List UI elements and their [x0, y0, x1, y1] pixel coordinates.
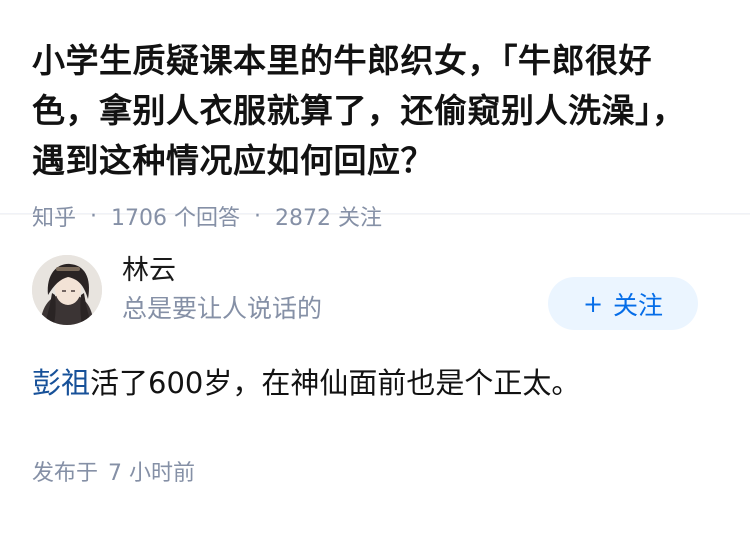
author-info: 林云 总是要让人说话的 [122, 253, 322, 327]
content-text: 活了600岁，在神仙面前也是个正太。 [90, 366, 581, 400]
avatar[interactable] [32, 255, 102, 325]
follower-count[interactable]: 2872 关注 [275, 200, 382, 232]
follow-label: 关注 [613, 290, 664, 320]
answer-card: 林云 总是要让人说话的 + 关注 彭祖活了600岁，在神仙面前也是个正太。 发布… [0, 230, 750, 487]
question-header: 小学生质疑课本里的牛郎织女，「牛郎很好色，拿别人衣服就算了，还偷窥别人洗澡」，遇… [0, 0, 750, 231]
plus-icon: + [582, 289, 604, 318]
author-name[interactable]: 林云 [122, 253, 322, 289]
meta-separator: · [90, 203, 98, 229]
source-label[interactable]: 知乎 [32, 200, 76, 232]
publish-time: 发布于 7 小时前 [32, 455, 718, 487]
avatar-portrait-icon [32, 255, 102, 325]
question-title[interactable]: 小学生质疑课本里的牛郎织女，「牛郎很好色，拿别人衣服就算了，还偷窥别人洗澡」，遇… [32, 36, 718, 186]
meta-separator: · [254, 203, 261, 229]
published-label: 发布于 [32, 461, 99, 486]
follow-button[interactable]: + 关注 [548, 277, 698, 330]
published-time: 7 小时前 [108, 461, 196, 486]
author-bio: 总是要让人说话的 [122, 294, 323, 323]
answer-count[interactable]: 1706 个回答 [111, 200, 240, 232]
answer-content: 彭祖活了600岁，在神仙面前也是个正太。 [32, 363, 718, 403]
content-link[interactable]: 彭祖 [32, 366, 90, 400]
